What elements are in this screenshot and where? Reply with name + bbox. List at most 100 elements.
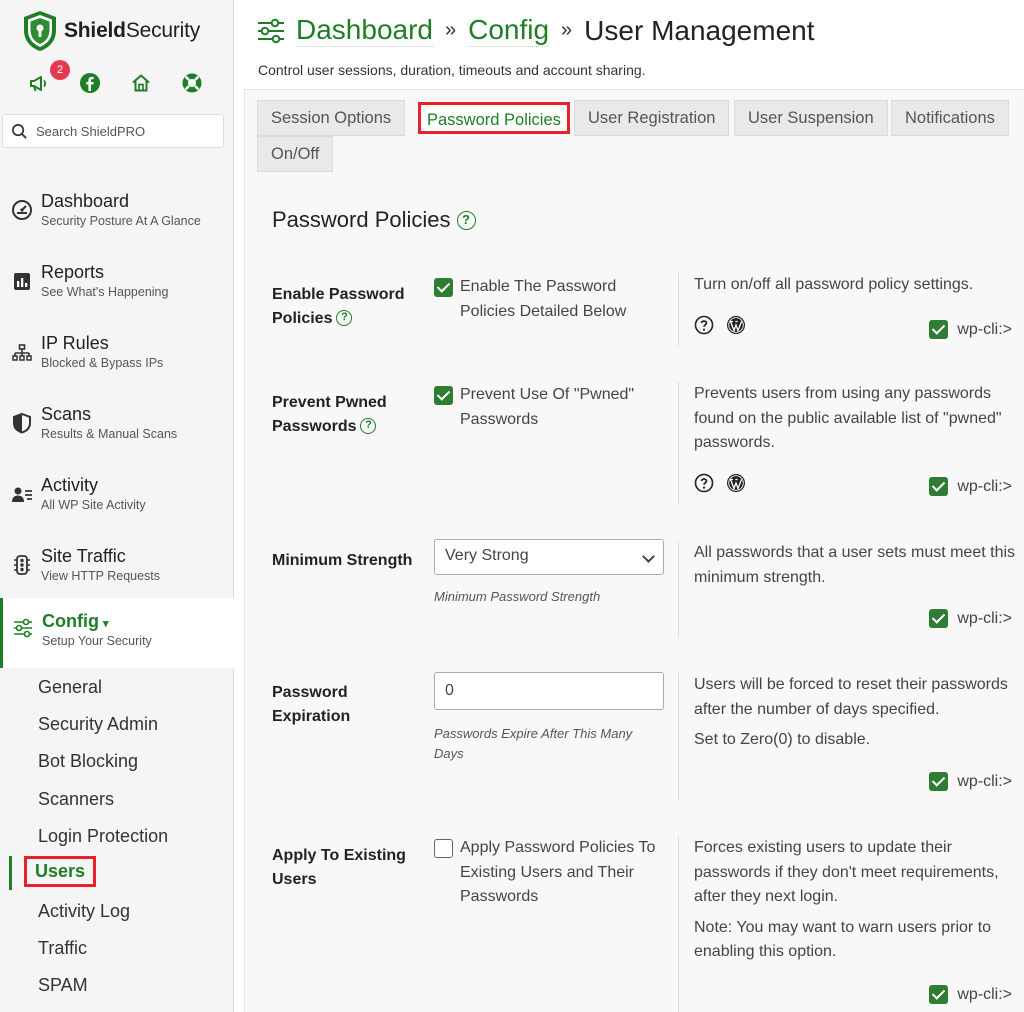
option-description: Turn on/off all password policy settings… [678, 273, 1020, 347]
nav-item-ip-rules[interactable]: IP Rules Blocked & Bypass IPs [0, 325, 234, 391]
option-description: Forces existing users to update their pa… [678, 836, 1020, 1012]
option-icons [694, 473, 746, 493]
nav-item-reports[interactable]: Reports See What's Happening [0, 254, 234, 320]
wordpress-icon[interactable] [726, 315, 746, 335]
checkbox-checked[interactable] [929, 609, 949, 628]
nav-item-scans[interactable]: Scans Results & Manual Scans [0, 396, 234, 462]
sliders-icon [258, 18, 284, 43]
tab-session-options[interactable]: Session Options [257, 100, 406, 136]
breadcrumb-dashboard[interactable]: Dashboard [296, 14, 433, 47]
help-circle-icon[interactable] [694, 473, 714, 493]
checkbox-checked[interactable] [434, 386, 453, 405]
nav-subtitle: Results & Manual Scans [41, 427, 178, 441]
checkbox-checked[interactable] [929, 985, 949, 1004]
subnav-users[interactable]: Users [24, 856, 97, 887]
option-label: Password Expiration [272, 684, 351, 725]
subnav-general[interactable]: General [38, 677, 102, 698]
apply-existing-users-toggle[interactable]: Apply Password Policies To Existing User… [434, 836, 660, 910]
subnav-traffic[interactable]: Traffic [38, 938, 87, 959]
option-label: Minimum Strength [272, 552, 413, 569]
checkbox-checked[interactable] [929, 772, 949, 791]
minimum-strength-select[interactable]: Very Strong [434, 539, 664, 575]
search-box[interactable] [2, 114, 224, 148]
tab-password-policies[interactable]: Password Policies [418, 102, 570, 134]
checkbox-unchecked[interactable] [434, 839, 453, 858]
checkbox-checked[interactable] [434, 278, 453, 297]
tab-on-off[interactable]: On/Off [257, 136, 334, 172]
nav-item-activity[interactable]: Activity All WP Site Activity [0, 467, 234, 533]
megaphone-glyph [30, 76, 47, 92]
nav-title: Scans [41, 404, 92, 424]
nav-subtitle: Security Posture At A Glance [41, 214, 201, 228]
select-value: Very Strong [445, 547, 529, 564]
help-icon[interactable]: ? [336, 310, 353, 326]
tab-user-registration[interactable]: User Registration [574, 100, 730, 136]
option-description: All passwords that a user sets must meet… [678, 541, 1020, 637]
nav-item-dashboard[interactable]: Dashboard Security Posture At A Glance [0, 183, 234, 249]
options-panel: Session Options Password Policies User R… [244, 89, 1024, 1012]
chevron-down-icon [642, 550, 655, 563]
subnav-security-admin[interactable]: Security Admin [38, 714, 158, 735]
tab-notifications[interactable]: Notifications [891, 100, 1009, 136]
help-circle-icon[interactable] [694, 315, 714, 335]
nav-title: Reports [41, 262, 105, 282]
checkbox-checked[interactable] [929, 477, 949, 496]
subnav-scanners[interactable]: Scanners [38, 789, 114, 810]
tab-user-suspension[interactable]: User Suspension [734, 100, 888, 136]
nav-item-config[interactable]: Config ▾ Setup Your Security [0, 598, 234, 668]
checkbox-checked[interactable] [929, 320, 949, 339]
brand-name: ShieldSecurity [64, 19, 201, 42]
wpcli-toggle[interactable]: wp-cli:> [929, 609, 1012, 628]
help-icon[interactable]: ? [360, 418, 377, 434]
description-text: All passwords that a user sets must meet… [694, 544, 1016, 586]
password-expiration-input[interactable] [434, 672, 664, 710]
enable-policies-toggle[interactable]: Enable The Password Policies Detailed Be… [434, 275, 660, 324]
wpcli-label: wp-cli:> [957, 477, 1012, 495]
nav-title: IP Rules [41, 333, 109, 353]
prevent-pwned-toggle[interactable]: Prevent Use Of "Pwned" Passwords [434, 383, 660, 432]
home-icon[interactable] [130, 72, 152, 94]
section-title: Password Policies? [272, 207, 476, 233]
help-icon[interactable]: ? [456, 210, 476, 230]
wordpress-icon[interactable] [726, 473, 746, 493]
subnav-spam[interactable]: SPAM [38, 975, 88, 996]
description-text: Prevents users from using any passwords … [694, 385, 1002, 451]
nav-subtitle: Setup Your Security [42, 634, 152, 648]
reports-icon [11, 270, 33, 292]
megaphone-icon[interactable]: 2 [28, 60, 70, 94]
option-description: Users will be forced to reset their pass… [678, 673, 1020, 801]
traffic-icon [11, 554, 33, 576]
facebook-icon[interactable] [79, 72, 101, 94]
user-activity-icon [11, 483, 33, 505]
main-panel: Dashboard » Config » User Management Con… [234, 0, 1024, 1012]
notification-badge: 2 [50, 60, 70, 80]
wpcli-toggle[interactable]: wp-cli:> [929, 477, 1012, 496]
facebook-glyph [80, 73, 100, 93]
description-text: Forces existing users to update their pa… [694, 839, 999, 905]
caret-down-icon: ▾ [102, 618, 109, 630]
breadcrumb-separator: » [444, 19, 457, 41]
gauge-icon [11, 199, 33, 221]
wpcli-toggle[interactable]: wp-cli:> [929, 772, 1012, 791]
description-note: Set to Zero(0) to disable. [694, 731, 871, 748]
wpcli-toggle[interactable]: wp-cli:> [929, 320, 1012, 339]
page-description: Control user sessions, duration, timeout… [258, 62, 646, 78]
subnav-login-protection[interactable]: Login Protection [38, 826, 168, 847]
checkbox-label: Enable The Password Policies Detailed Be… [460, 278, 627, 320]
wpcli-toggle[interactable]: wp-cli:> [929, 985, 1012, 1004]
breadcrumb-config[interactable]: Config [468, 14, 550, 47]
nav-title: Dashboard [41, 191, 130, 211]
search-icon [12, 123, 27, 139]
option-icons [694, 315, 746, 335]
nav-item-site-traffic[interactable]: Site Traffic View HTTP Requests [0, 538, 234, 604]
lifebuoy-icon[interactable] [181, 72, 203, 94]
checkbox-label: Prevent Use Of "Pwned" Passwords [460, 386, 635, 428]
brand-logo[interactable]: ShieldSecurity [22, 10, 200, 52]
search-input[interactable] [36, 123, 216, 139]
description-text: Users will be forced to reset their pass… [694, 676, 1008, 718]
subnav-bot-blocking[interactable]: Bot Blocking [38, 751, 138, 772]
subnav-activity-log[interactable]: Activity Log [38, 901, 130, 922]
lifebuoy-glyph [182, 73, 202, 93]
option-label: Enable Password Policies? [272, 286, 405, 327]
option-description: Prevents users from using any passwords … [678, 382, 1020, 504]
